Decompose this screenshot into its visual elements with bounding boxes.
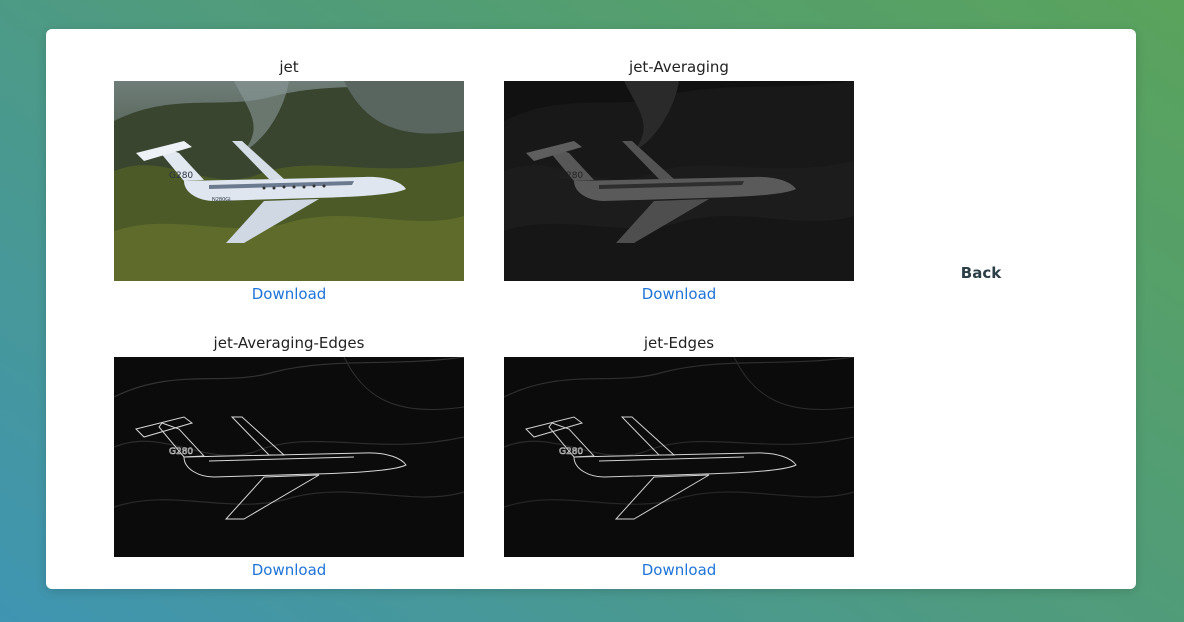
jet-edges-image: G280 [504,357,854,557]
jet-averaging-edges-image: G280 [114,357,464,557]
image-title: jet-Averaging-Edges [213,334,365,352]
image-title: jet-Averaging [629,58,729,76]
jet-tail-text: G280 [559,171,583,181]
back-button[interactable]: Back [946,263,1016,283]
download-link[interactable]: Download [504,560,854,580]
image-results-card: jet G280 N280GL Download jet-Averaging G… [46,29,1136,589]
jet-tail-text: G280 [559,447,583,457]
jet-averaging-image: G280 [504,81,854,281]
image-title: jet-Edges [643,334,715,352]
jet-tail-text: G280 [169,447,193,457]
jet-original-image: G280 N280GL [114,81,464,281]
download-link[interactable]: Download [504,284,854,304]
image-title: jet [279,58,299,76]
download-link[interactable]: Download [114,284,464,304]
jet-reg-text: N280GL [212,197,232,203]
download-link[interactable]: Download [114,560,464,580]
jet-tail-text: G280 [169,171,193,181]
